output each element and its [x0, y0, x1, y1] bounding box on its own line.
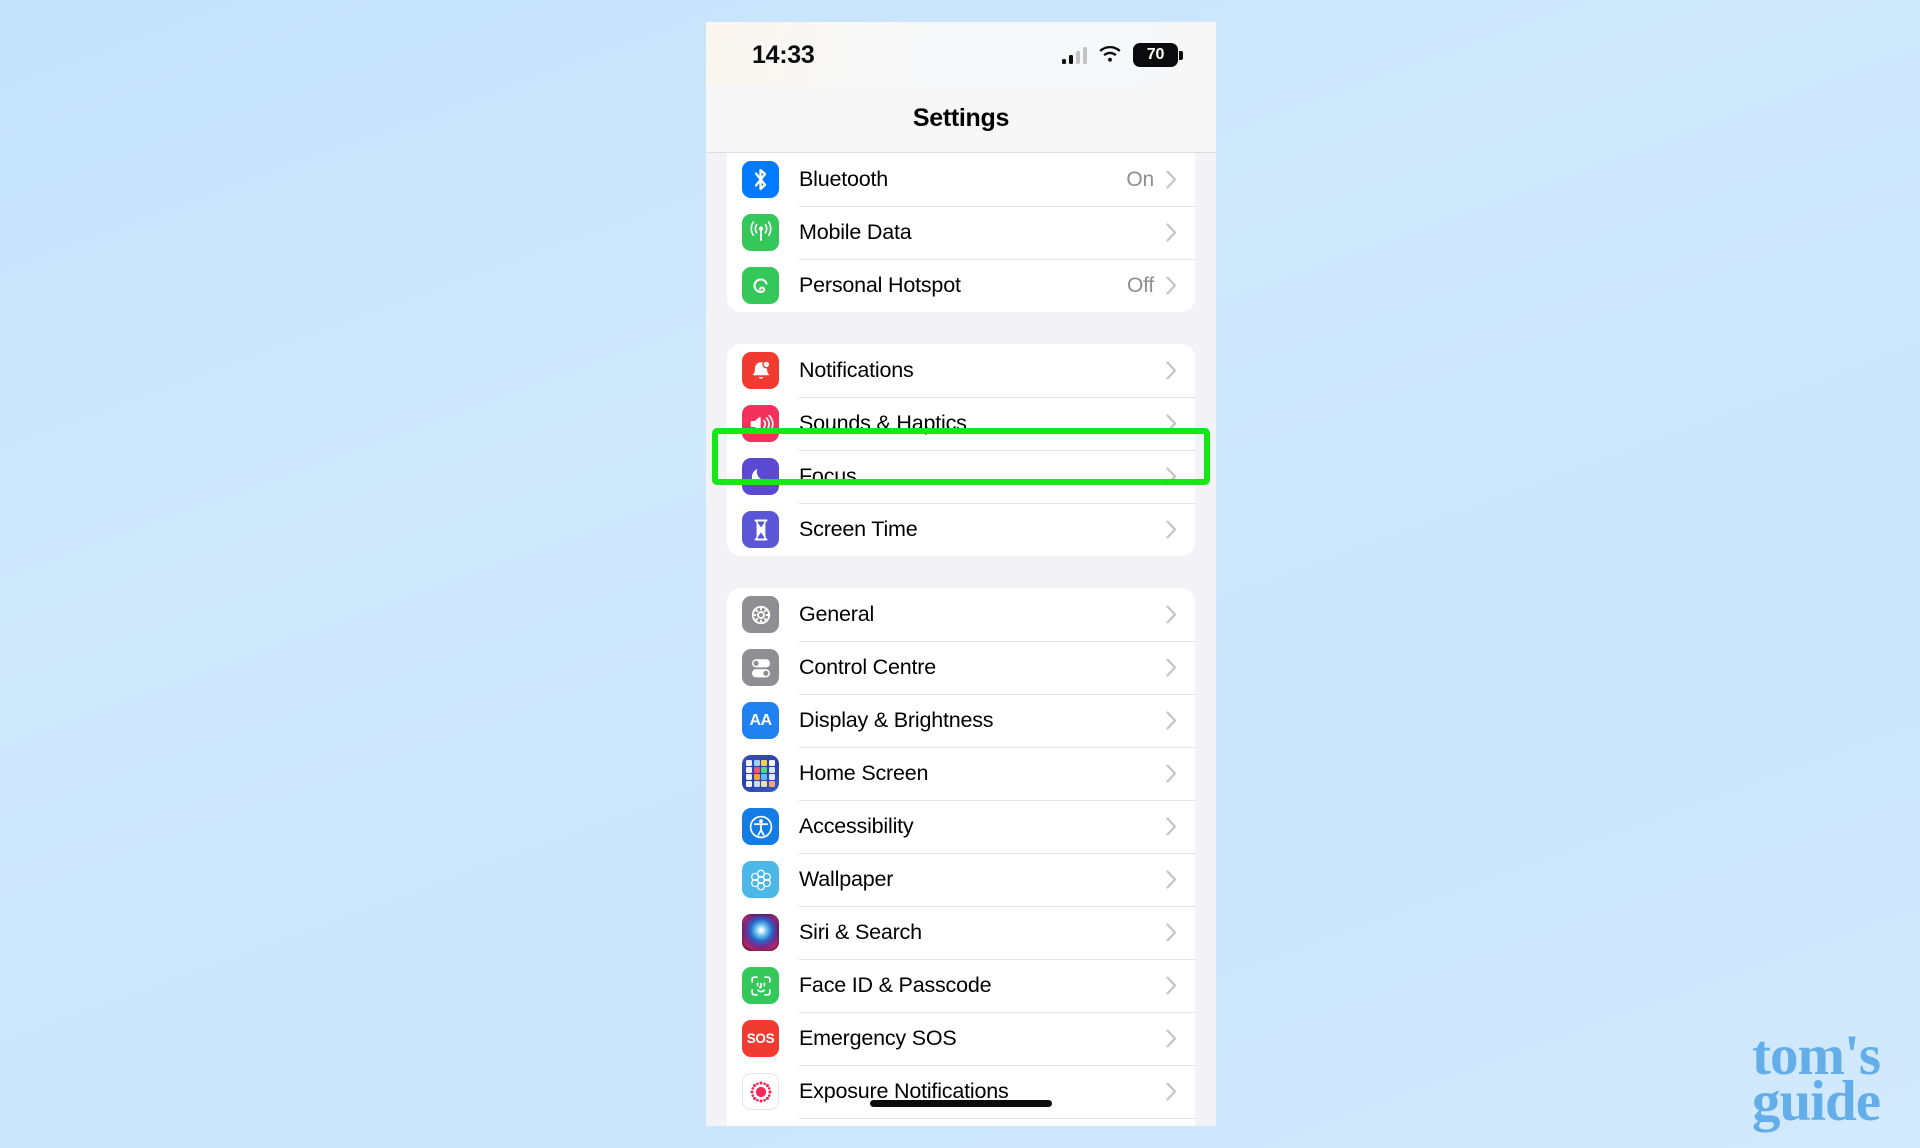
settings-row-mobile-data[interactable]: Mobile Data — [727, 206, 1195, 259]
settings-row-label: Face ID & Passcode — [799, 973, 992, 997]
settings-row-siri-search[interactable]: Siri & Search — [727, 906, 1195, 959]
aa-glyph: AA — [749, 711, 772, 729]
settings-row-bluetooth[interactable]: Bluetooth On — [727, 153, 1195, 206]
sounds-speaker-icon — [742, 405, 779, 442]
chevron-right-icon — [1166, 467, 1177, 486]
settings-row-focus[interactable]: Focus — [727, 450, 1195, 503]
wallpaper-flower-icon — [742, 861, 779, 898]
settings-row-label: Personal Hotspot — [799, 273, 961, 297]
accessibility-icon — [742, 808, 779, 845]
chevron-right-icon — [1166, 923, 1177, 942]
face-id-icon — [742, 967, 779, 1004]
settings-row-face-id-passcode[interactable]: Face ID & Passcode — [727, 959, 1195, 1012]
emergency-sos-icon: SOS — [742, 1020, 779, 1057]
page-title: Settings — [912, 103, 1010, 132]
notifications-bell-icon — [742, 352, 779, 389]
settings-row-wallpaper[interactable]: Wallpaper — [727, 853, 1195, 906]
exposure-notifications-icon — [742, 1073, 779, 1110]
cellular-signal-icon — [1061, 46, 1087, 64]
chevron-right-icon — [1166, 361, 1177, 380]
settings-row-label: Bluetooth — [799, 167, 889, 191]
settings-row-label: Home Screen — [799, 761, 929, 785]
settings-row-partial-clipped[interactable] — [727, 1118, 1195, 1126]
settings-row-exposure-notifications[interactable]: Exposure Notifications — [727, 1065, 1195, 1118]
settings-row-label: Screen Time — [799, 517, 918, 541]
status-bar-indicators: 70 — [1061, 43, 1183, 67]
settings-row-label: Mobile Data — [799, 220, 912, 244]
home-indicator[interactable] — [870, 1100, 1052, 1107]
watermark-toms-guide: tom's guide — [1751, 1027, 1881, 1134]
chevron-right-icon — [1166, 605, 1177, 624]
personal-hotspot-icon — [742, 267, 779, 304]
settings-row-value: On — [1126, 167, 1154, 191]
battery-level-label: 70 — [1146, 46, 1165, 63]
phone-screen: 14:33 70 Settings Bluetooth On Mobile Da… — [706, 22, 1216, 1126]
chevron-right-icon — [1166, 276, 1177, 295]
settings-row-emergency-sos[interactable]: SOS Emergency SOS — [727, 1012, 1195, 1065]
focus-moon-icon — [742, 458, 779, 495]
chevron-right-icon — [1166, 414, 1177, 433]
settings-row-display-brightness[interactable]: AA Display & Brightness — [727, 694, 1195, 747]
chevron-right-icon — [1166, 223, 1177, 242]
chevron-right-icon — [1166, 1082, 1177, 1101]
settings-row-label: Emergency SOS — [799, 1026, 957, 1050]
settings-row-label: Focus — [799, 464, 857, 488]
settings-group-connectivity: Bluetooth On Mobile Data Personal Hotspo… — [727, 153, 1195, 312]
settings-row-label: Accessibility — [799, 814, 914, 838]
settings-row-notifications[interactable]: Notifications — [727, 344, 1195, 397]
watermark-line-2: guide — [1751, 1070, 1881, 1134]
settings-row-label: Sounds & Haptics — [799, 411, 967, 435]
settings-list[interactable]: Bluetooth On Mobile Data Personal Hotspo… — [706, 153, 1216, 1126]
chevron-right-icon — [1166, 711, 1177, 730]
settings-row-label: Siri & Search — [799, 920, 922, 944]
settings-row-value: Off — [1126, 273, 1154, 297]
settings-row-label: Notifications — [799, 358, 914, 382]
settings-row-control-centre[interactable]: Control Centre — [727, 641, 1195, 694]
settings-row-label: Wallpaper — [799, 867, 894, 891]
nav-bar: Settings — [706, 84, 1216, 153]
settings-row-home-screen[interactable]: Home Screen — [727, 747, 1195, 800]
battery-icon: 70 — [1133, 43, 1183, 67]
chevron-right-icon — [1166, 870, 1177, 889]
chevron-right-icon — [1166, 976, 1177, 995]
bluetooth-icon — [742, 161, 779, 198]
chevron-right-icon — [1166, 658, 1177, 677]
settings-row-label: Display & Brightness — [799, 708, 994, 732]
sos-glyph: SOS — [746, 1031, 775, 1046]
settings-group-alerts: Notifications Sounds & Haptics Focus Scr… — [727, 344, 1195, 556]
settings-row-screen-time[interactable]: Screen Time — [727, 503, 1195, 556]
chevron-right-icon — [1166, 817, 1177, 836]
wifi-icon — [1099, 46, 1121, 62]
chevron-right-icon — [1166, 170, 1177, 189]
settings-row-general[interactable]: General — [727, 588, 1195, 641]
siri-orb-icon — [742, 914, 779, 951]
chevron-right-icon — [1166, 1029, 1177, 1048]
chevron-right-icon — [1166, 764, 1177, 783]
mobile-data-icon — [742, 214, 779, 251]
screen-time-hourglass-icon — [742, 511, 779, 548]
general-gear-icon — [742, 596, 779, 633]
settings-row-personal-hotspot[interactable]: Personal Hotspot Off — [727, 259, 1195, 312]
settings-row-sounds-haptics[interactable]: Sounds & Haptics — [727, 397, 1195, 450]
settings-row-label: Control Centre — [799, 655, 937, 679]
settings-group-system: General Control Centre AA Display & Brig… — [727, 588, 1195, 1126]
home-screen-grid-icon — [742, 755, 779, 792]
control-centre-toggles-icon — [742, 649, 779, 686]
status-bar: 14:33 70 — [706, 22, 1216, 84]
settings-row-accessibility[interactable]: Accessibility — [727, 800, 1195, 853]
settings-row-label: General — [799, 602, 875, 626]
status-bar-time: 14:33 — [752, 40, 815, 69]
display-brightness-aa-icon: AA — [742, 702, 779, 739]
chevron-right-icon — [1166, 520, 1177, 539]
